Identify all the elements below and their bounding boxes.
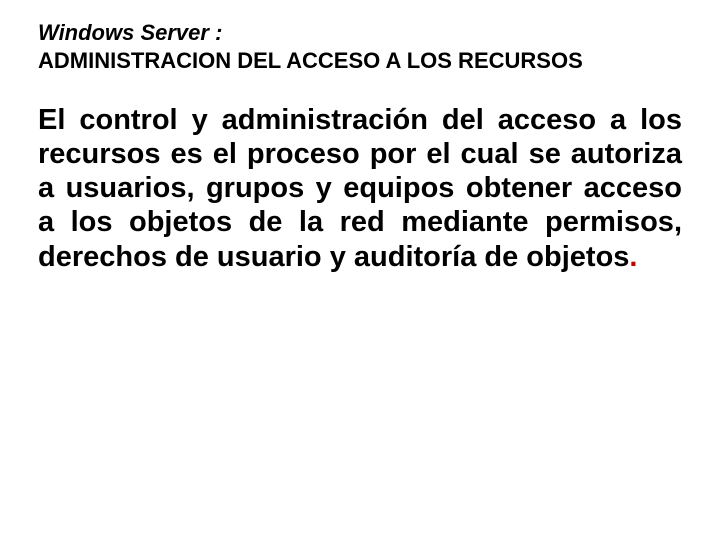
- heading-line-2: ADMINISTRACION DEL ACCESO A LOS RECURSOS: [38, 48, 682, 74]
- heading-line-1: Windows Server :: [38, 20, 682, 46]
- body-main-text: El control y administración del acceso a…: [38, 104, 682, 273]
- body-period: .: [629, 241, 637, 273]
- body-paragraph: El control y administración del acceso a…: [38, 103, 682, 274]
- slide: Windows Server : ADMINISTRACION DEL ACCE…: [0, 0, 720, 540]
